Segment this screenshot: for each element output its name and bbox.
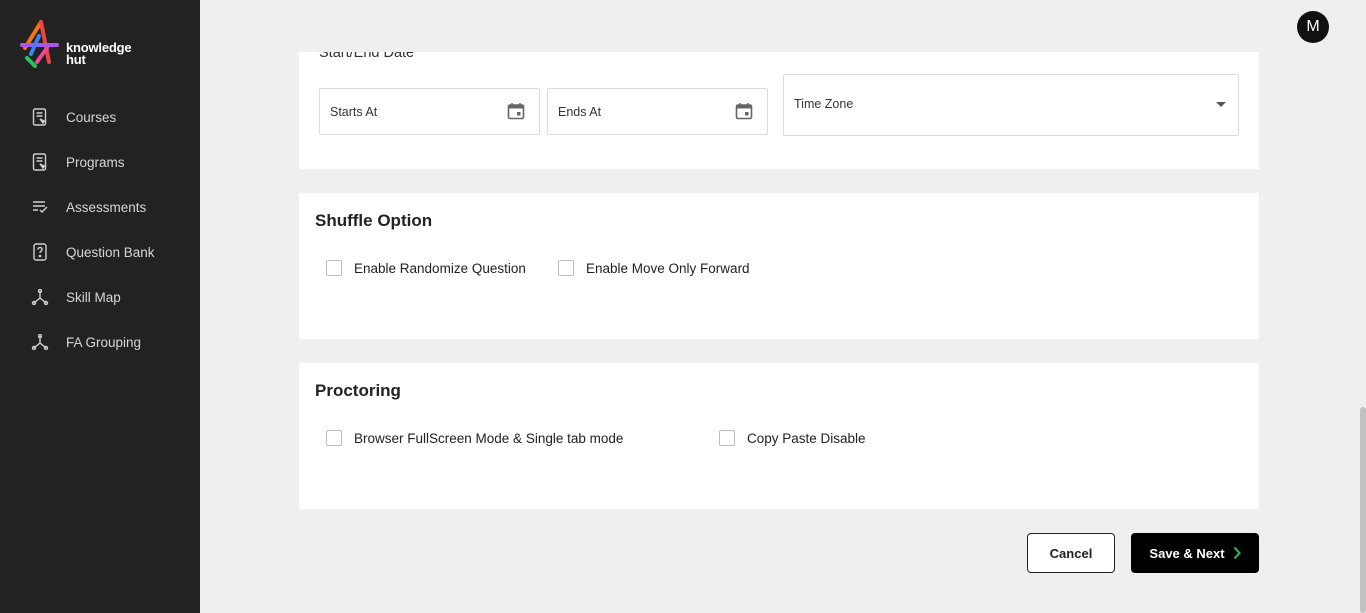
sidebar: knowledge hut Courses Programs Assessmen… [0, 0, 200, 613]
checkbox-box[interactable] [326, 260, 342, 276]
checkbox-box[interactable] [719, 430, 735, 446]
sidebar-item-skill-map[interactable]: Skill Map [0, 275, 200, 319]
proctoring-section: Proctoring Browser FullScreen Mode & Sin… [299, 363, 1259, 509]
user-avatar[interactable]: M [1297, 11, 1329, 43]
sidebar-item-label: Courses [66, 109, 117, 125]
ends-at-placeholder: Ends At [558, 105, 602, 119]
timezone-select[interactable]: Time Zone [783, 74, 1239, 136]
sidebar-item-label: Assessments [66, 199, 147, 215]
checkbox-label: Enable Move Only Forward [586, 260, 750, 276]
scrollbar-track[interactable] [1358, 0, 1366, 613]
move-only-forward-checkbox[interactable]: Enable Move Only Forward [558, 260, 750, 276]
checkbox-box[interactable] [326, 430, 342, 446]
calendar-icon[interactable] [735, 102, 753, 125]
sidebar-item-programs[interactable]: Programs [0, 140, 200, 184]
copy-paste-disable-checkbox[interactable]: Copy Paste Disable [719, 430, 866, 446]
chevron-down-icon [1216, 102, 1226, 107]
sidebar-item-courses[interactable]: Courses [0, 95, 200, 139]
knowledgehut-logo-icon [20, 20, 59, 68]
network-icon [30, 287, 50, 307]
course-doc-icon [30, 107, 50, 127]
sidebar-item-label: Skill Map [66, 289, 121, 305]
top-bar: M [200, 0, 1366, 52]
section-title: Shuffle Option [315, 211, 433, 230]
sidebar-item-fa-grouping[interactable]: FA Grouping [0, 320, 200, 364]
starts-at-placeholder: Starts At [330, 105, 378, 119]
checkbox-label: Copy Paste Disable [747, 430, 866, 446]
save-next-button[interactable]: Save & Next [1131, 533, 1259, 573]
program-doc-icon [30, 152, 50, 172]
starts-at-field[interactable]: Starts At [319, 88, 540, 135]
section-title: Proctoring [315, 381, 401, 400]
cancel-button[interactable]: Cancel [1027, 533, 1115, 573]
brand-name: knowledge hut [66, 40, 132, 67]
save-button-label: Save & Next [1149, 545, 1225, 561]
sidebar-item-label: FA Grouping [66, 334, 142, 350]
checklist-icon [30, 197, 50, 217]
shuffle-section: Shuffle Option Enable Randomize Question… [299, 193, 1259, 339]
calendar-icon[interactable] [507, 102, 525, 125]
sidebar-item-label: Question Bank [66, 244, 155, 260]
cancel-button-label: Cancel [1049, 545, 1093, 561]
timezone-placeholder: Time Zone [794, 97, 854, 111]
sidebar-item-assessments[interactable]: Assessments [0, 185, 200, 229]
checkbox-label: Enable Randomize Question [354, 260, 526, 276]
fullscreen-mode-checkbox[interactable]: Browser FullScreen Mode & Single tab mod… [326, 430, 623, 446]
checkbox-label: Browser FullScreen Mode & Single tab mod… [354, 430, 624, 446]
sidebar-item-label: Programs [66, 154, 125, 170]
checkbox-box[interactable] [558, 260, 574, 276]
ends-at-field[interactable]: Ends At [547, 88, 768, 135]
randomize-question-checkbox[interactable]: Enable Randomize Question [326, 260, 526, 276]
question-icon [30, 242, 50, 262]
sidebar-item-question-bank[interactable]: Question Bank [0, 230, 200, 274]
brand-logo[interactable]: knowledge hut [19, 18, 149, 70]
scrollbar-thumb[interactable] [1360, 407, 1366, 613]
network-icon [30, 332, 50, 352]
chevron-right-icon [1233, 546, 1241, 560]
